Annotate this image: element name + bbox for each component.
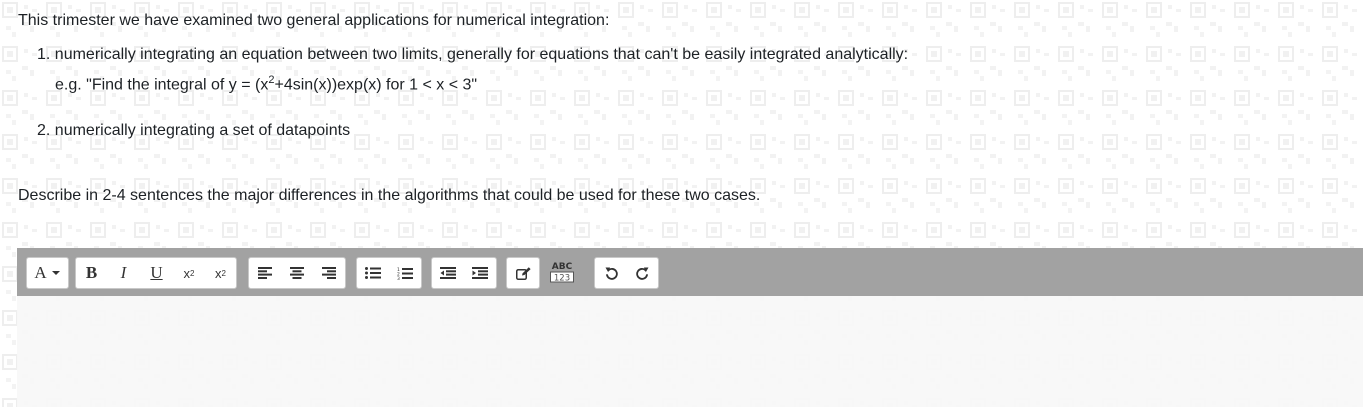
underline-button[interactable]: U [140,258,173,288]
align-center-button[interactable] [281,258,313,288]
editor-toolbar: A B I U x2 x2 1 2 3 ABC 123 [17,248,1363,296]
edit-group [506,257,540,289]
superscript-button[interactable]: x2 [205,258,236,288]
application-list: 1. numerically integrating an equation b… [37,45,908,65]
outdent-button[interactable] [432,258,464,288]
align-right-button[interactable] [313,258,345,288]
text-format-group: B I U x2 x2 [75,257,237,289]
align-left-icon [258,267,272,279]
edit-pencil-icon [515,266,531,280]
list-item: 2. numerically integrating a set of data… [37,121,350,141]
history-group [594,257,659,289]
list-item-text: numerically integrating a set of datapoi… [54,122,351,139]
rich-text-editor: A B I U x2 x2 1 2 3 ABC 123 [17,248,1363,407]
align-right-icon [322,267,336,279]
spellcheck-top-text: ABC [552,262,573,272]
bullet-list-button[interactable] [357,258,389,288]
align-left-button[interactable] [249,258,281,288]
example-prefix: e.g. "Find the integral of y = (x [55,76,269,94]
redo-icon [636,267,649,280]
list-item-text: numerically integrating an equation betw… [54,46,909,63]
redo-button[interactable] [627,258,658,288]
dashed-divider [17,216,1297,224]
spellcheck-bottom-text: 123 [554,274,570,284]
answer-text-area[interactable] [17,296,1363,407]
svg-text:3: 3 [397,276,400,280]
bold-button[interactable]: B [76,258,107,288]
superscript-index: 2 [221,268,226,278]
font-style-button[interactable]: A [27,258,68,288]
caret-down-icon [51,271,60,275]
italic-button[interactable]: I [107,258,140,288]
question-text: Describe in 2-4 sentences the major diff… [18,187,761,204]
bullet-list-icon [365,267,381,279]
indent-group [431,257,497,289]
list-group: 123 [356,257,422,289]
list-item: 1. numerically integrating an equation b… [37,45,908,65]
subscript-index: 2 [190,268,195,278]
undo-icon [605,267,618,280]
list-item-number: 1. [37,46,51,63]
numbered-list-icon: 123 [397,267,413,280]
font-style-label: A [34,263,47,282]
alignment-group [248,257,346,289]
undo-button[interactable] [595,258,627,288]
numbered-list-button[interactable]: 123 [389,258,421,288]
edit-html-button[interactable] [507,258,539,288]
indent-icon [472,267,488,279]
intro-text: This trimester we have examined two gene… [18,12,610,29]
outdent-icon [440,267,456,279]
subscript-button[interactable]: x2 [173,258,205,288]
list-item-number: 2. [37,122,51,139]
align-center-icon [290,267,304,279]
example-text: e.g. "Find the integral of y = (x2+4sin(… [55,70,477,95]
font-group: A [26,257,69,289]
indent-button[interactable] [464,258,496,288]
example-suffix: +4sin(x))exp(x) for 1 < x < 3" [274,76,478,94]
spellcheck-icon: ABC 123 [550,262,574,284]
spellcheck-button[interactable]: ABC 123 [546,257,578,287]
